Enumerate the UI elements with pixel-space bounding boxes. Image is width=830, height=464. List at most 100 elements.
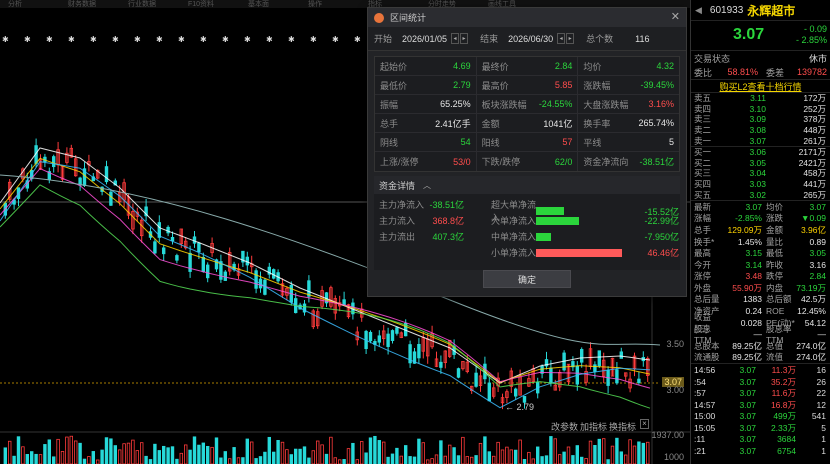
- quote-row: 总手 129.09万 金额 3.96亿: [691, 224, 830, 236]
- orderbook-row[interactable]: 买三 3.04 458万: [691, 168, 830, 179]
- tick-count: 22: [816, 388, 826, 398]
- quote-value: 3.48: [745, 271, 762, 282]
- quote-label: 换手*: [694, 236, 715, 247]
- orderbook-row[interactable]: 买一 3.06 2171万: [691, 147, 830, 158]
- stat-label: 金额: [481, 118, 500, 129]
- quote-value: ▼0.09: [801, 213, 826, 224]
- end-date-field[interactable]: 2026/06/30: [508, 34, 553, 44]
- volume-bar: [606, 459, 610, 464]
- orderbook-row[interactable]: 买四 3.03 441万: [691, 179, 830, 190]
- tick-row: :54 3.07 35.2万 26: [691, 376, 830, 388]
- volume-bar: [408, 456, 412, 464]
- start-prev-icon[interactable]: ◂: [451, 33, 460, 44]
- stats-row: 上涨/涨停 53/0 下跌/跌停 62/0 资金净流向 -38.51亿: [375, 152, 679, 171]
- volume-bar: [443, 455, 447, 464]
- volume-bar: [166, 447, 170, 464]
- volume-bar: [597, 438, 601, 464]
- volume-bar: [293, 448, 298, 464]
- level-volume: 378万: [803, 114, 826, 125]
- change-value: - 0.09: [803, 24, 827, 34]
- fund-label: 主力流出: [379, 232, 416, 242]
- volume-bar: [307, 457, 311, 464]
- stat-label: 均价: [583, 61, 602, 72]
- add-indicator-button[interactable]: 加指标: [580, 420, 607, 433]
- quote-label: 涨停: [694, 271, 712, 282]
- chevron-up-icon[interactable]: ︿: [423, 180, 431, 191]
- wc-label: 委差: [766, 67, 785, 78]
- fund-summary-row: 主力流入 368.8亿: [379, 214, 464, 227]
- volume-bar: [267, 436, 271, 464]
- funds-detail-title: 资金详情: [379, 180, 416, 191]
- collapse-arrow-icon[interactable]: ◀: [695, 5, 702, 16]
- event-marker: ✱: [244, 35, 251, 44]
- quote-row: 最高 3.15 最低 3.05: [691, 247, 830, 259]
- change-params-button[interactable]: 改参数: [551, 420, 578, 433]
- orderbook-row[interactable]: 买二 3.05 2421万: [691, 158, 830, 169]
- wc-value: 139782: [796, 67, 827, 77]
- orderbook-row[interactable]: 卖四 3.10 252万: [691, 104, 830, 115]
- level-price: 3.02: [749, 189, 766, 200]
- volume-bar: [210, 446, 214, 464]
- volume-bar: [465, 456, 469, 464]
- stat-label: 最终价: [481, 61, 509, 72]
- volume-bar: [78, 442, 82, 464]
- volume-bar: [16, 436, 21, 464]
- level-volume: 2421万: [798, 157, 826, 168]
- volume-bar: [417, 438, 421, 464]
- candle-body: [593, 364, 597, 372]
- volume-bar: [96, 459, 100, 464]
- orderbook-row[interactable]: 卖一 3.07 261万: [691, 135, 830, 146]
- quote-row: 外盘 55.90万 内盘 73.19万: [691, 282, 830, 294]
- quote-label: 总后额: [766, 294, 792, 305]
- level-label: 买三: [694, 168, 712, 179]
- tick-count: 12: [816, 399, 826, 410]
- volume-bar: [298, 448, 302, 464]
- tick-list[interactable]: 14:56 3.07 11.3万 16:54 3.07 35.2万 26:57 3.07 11.…: [691, 363, 830, 456]
- volume-bar: [91, 451, 95, 464]
- tick-volume: 6754: [777, 445, 796, 456]
- volume-bar: [346, 448, 351, 464]
- event-marker: ✱: [310, 35, 317, 44]
- quote-value: 3.14: [745, 259, 762, 270]
- start-next-icon[interactable]: ▸: [460, 33, 469, 44]
- candle-body: [170, 236, 175, 242]
- volume-bar: [430, 458, 434, 464]
- volume-bar: [7, 440, 12, 464]
- fund-value: 407.3亿: [432, 232, 464, 242]
- end-next-icon[interactable]: ▸: [566, 33, 575, 44]
- volume-bar: [161, 445, 166, 464]
- start-date-field[interactable]: 2026/01/05: [402, 34, 447, 44]
- orderbook-row[interactable]: 买五 3.02 265万: [691, 189, 830, 200]
- event-marker: ✱: [178, 35, 185, 44]
- candle-body: [205, 264, 210, 279]
- ok-button[interactable]: 确定: [483, 270, 571, 288]
- funds-detail-header[interactable]: 资金详情 ︿: [374, 176, 680, 194]
- volume-bar: [276, 439, 280, 464]
- candle-body: [615, 369, 619, 384]
- close-indicator-icon[interactable]: ×: [640, 419, 649, 429]
- fund-flow-value: 46.46亿: [647, 248, 679, 258]
- stat-value: 2.84: [554, 61, 573, 71]
- orderbook-row[interactable]: 卖五 3.11 172万: [691, 93, 830, 104]
- stat-value: 57: [562, 137, 573, 147]
- event-marker: ✱: [222, 35, 229, 44]
- volume-bar: [549, 436, 553, 464]
- volume-bar: [122, 443, 126, 464]
- candle-body: [439, 361, 443, 368]
- tick-count: 26: [816, 376, 826, 387]
- stat-cell: 换手率 265.74%: [578, 114, 679, 132]
- orderbook-row[interactable]: 卖三 3.09 378万: [691, 114, 830, 125]
- switch-indicator-button[interactable]: 换指标: [609, 420, 636, 433]
- candle-body: [474, 372, 478, 387]
- volume-bar: [500, 449, 505, 464]
- level-label: 卖三: [694, 114, 712, 125]
- stat-value: 62/0: [554, 156, 573, 167]
- buy-l2-link[interactable]: 购买L2查看十档行情: [691, 79, 830, 93]
- volume-bar: [381, 441, 386, 464]
- dialog-titlebar[interactable]: 区间统计 ✕: [368, 8, 686, 27]
- candle-body: [456, 368, 461, 378]
- orderbook-row[interactable]: 卖二 3.08 448万: [691, 125, 830, 136]
- fund-summary-row: 主力流出 407.3亿: [379, 230, 464, 243]
- close-icon[interactable]: ✕: [671, 12, 680, 23]
- end-prev-icon[interactable]: ◂: [557, 33, 566, 44]
